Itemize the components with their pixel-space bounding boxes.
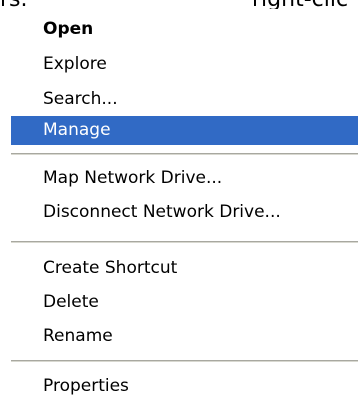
- menu-item-explore[interactable]: Explore: [11, 50, 358, 79]
- menu-separator-shadow: [11, 242, 358, 243]
- menu-item-rename[interactable]: Rename: [11, 322, 358, 351]
- context-menu: Open Explore Search... Manage Map Networ…: [0, 0, 358, 409]
- menu-item-manage[interactable]: Manage: [11, 116, 358, 145]
- menu-item-map-network-drive[interactable]: Map Network Drive...: [11, 164, 358, 193]
- menu-item-disconnect-network-drive[interactable]: Disconnect Network Drive...: [11, 198, 358, 227]
- menu-item-open[interactable]: Open: [11, 15, 358, 44]
- menu-item-delete[interactable]: Delete: [11, 288, 358, 317]
- menu-item-properties[interactable]: Properties: [11, 372, 358, 401]
- menu-item-search[interactable]: Search...: [11, 85, 358, 114]
- menu-separator-shadow: [11, 361, 358, 362]
- menu-separator-shadow: [11, 154, 358, 155]
- menu-item-create-shortcut[interactable]: Create Shortcut: [11, 254, 358, 283]
